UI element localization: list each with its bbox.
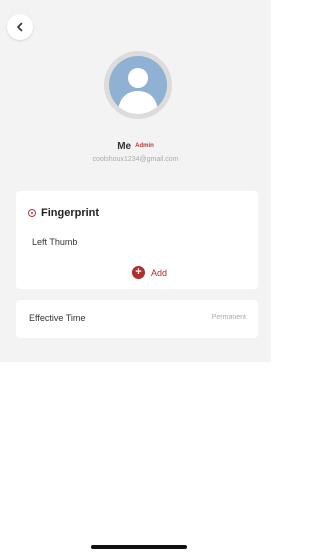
content-panel: Me Admin coolshoux1234@gmail.com Fingerpr… [0, 0, 271, 362]
avatar-ring [104, 51, 172, 119]
avatar [109, 56, 167, 114]
fingerprint-card: Fingerprint Left Thumb + Add [16, 191, 258, 289]
user-name-row: Me Admin [0, 141, 271, 152]
role-badge: Admin [135, 143, 154, 149]
fingerprint-title: Fingerprint [41, 207, 100, 219]
user-name: Me [117, 141, 132, 152]
add-label: Add [151, 267, 168, 278]
fingerprint-header: Fingerprint [28, 207, 99, 219]
effective-time-value: Permanent [211, 314, 246, 321]
home-indicator[interactable] [91, 545, 187, 549]
plus-icon: + [132, 266, 145, 279]
fingerprint-list-item[interactable]: Left Thumb [32, 237, 77, 247]
person-icon [118, 68, 158, 114]
fingerprint-dot-icon [28, 209, 36, 217]
back-button[interactable] [7, 14, 33, 40]
chevron-left-icon [17, 22, 23, 32]
add-fingerprint-button[interactable]: + Add [132, 266, 167, 279]
effective-time-label: Effective Time [29, 313, 86, 323]
effective-time-row[interactable]: Effective Time Permanent [16, 300, 258, 338]
user-email: coolshoux1234@gmail.com [92, 156, 179, 163]
